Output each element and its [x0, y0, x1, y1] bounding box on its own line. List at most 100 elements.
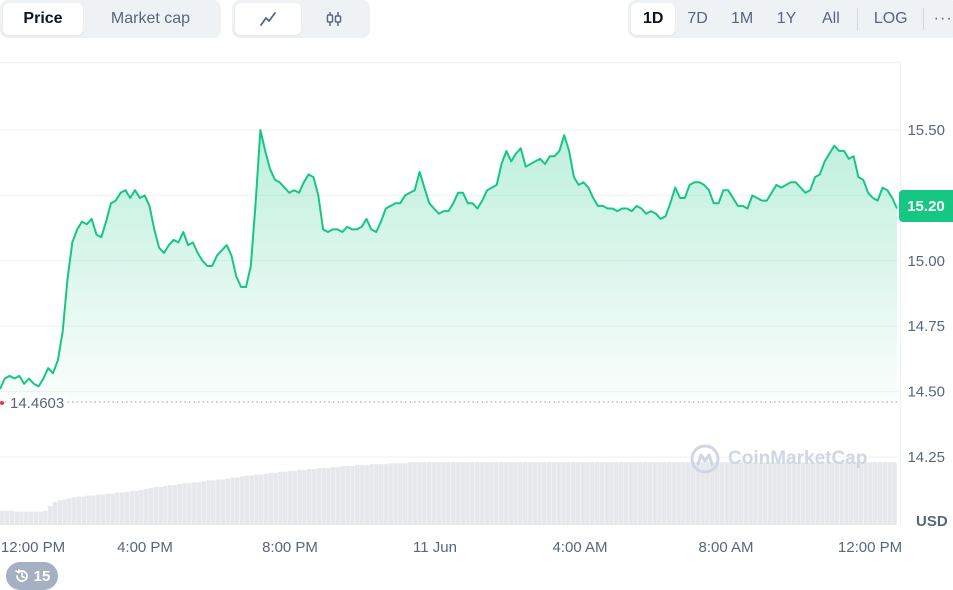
volume-bar — [62, 499, 67, 525]
volume-bar — [671, 462, 677, 525]
volume-bar — [383, 464, 389, 525]
open-price-marker — [0, 401, 4, 405]
volume-bar — [52, 502, 58, 525]
volume-bar — [119, 492, 125, 525]
volume-bar — [594, 462, 600, 525]
x-tick-label: 12:00 PM — [838, 539, 902, 556]
price-chart-widget: Price Market cap 1D 7D 1M 1Y All LOG ··· — [0, 0, 953, 590]
price-chart[interactable]: 15.50 15.00 14.75 14.50 14.25 12:00 PM 4:00 P… — [0, 0, 953, 590]
volume-bar — [676, 462, 681, 525]
volume-bar — [407, 462, 413, 525]
volume-bar — [566, 462, 571, 525]
volume-bar — [537, 462, 542, 525]
current-price-badge: 15.20 — [899, 190, 953, 222]
volume-bar — [263, 473, 269, 525]
volume-bar — [398, 463, 403, 525]
volume-bar — [628, 462, 633, 525]
x-tick-label: 4:00 AM — [552, 539, 607, 556]
volume-bar — [0, 510, 5, 525]
volume-bar — [374, 464, 379, 525]
volume-bar — [436, 462, 442, 525]
volume-bar — [158, 487, 163, 525]
volume-bar — [441, 462, 446, 525]
watermark-text: CoinMarketCap — [728, 448, 868, 469]
volume-bar — [91, 495, 96, 525]
volume-bar — [330, 467, 336, 525]
volume-bar — [518, 462, 523, 525]
volume-bar — [81, 496, 87, 525]
volume-bar — [455, 462, 461, 525]
volume-bar — [623, 462, 629, 525]
volume-bar — [292, 470, 298, 525]
volume-bar — [230, 477, 235, 525]
volume-bar — [57, 500, 63, 525]
volume-bar — [887, 462, 892, 525]
volume-bar — [38, 511, 43, 525]
volume-bar — [287, 470, 293, 525]
volume-bar — [316, 468, 322, 525]
volume-bar — [9, 510, 15, 525]
volume-bar — [306, 468, 312, 525]
volume-bar — [143, 488, 149, 525]
volume-bar — [4, 510, 10, 525]
x-tick-label: 12:00 PM — [1, 539, 65, 556]
volume-bar — [364, 465, 370, 525]
volume-bar — [259, 474, 264, 525]
y-tick-label: 14.25 — [907, 449, 945, 466]
volume-bar — [187, 483, 192, 525]
volume-bar — [470, 462, 475, 525]
y-tick-label: 14.50 — [907, 384, 945, 401]
volume-bar — [321, 468, 326, 525]
volume-bar — [311, 468, 317, 525]
volume-bar — [211, 480, 216, 525]
volume-bar — [513, 462, 518, 525]
volume-bar — [167, 485, 173, 525]
volume-bar — [225, 478, 230, 525]
volume-bar — [86, 495, 91, 525]
volume-bar — [642, 462, 648, 525]
volume-bar — [326, 468, 331, 525]
volume-bar — [446, 462, 451, 525]
volume-bar — [43, 510, 48, 525]
volume-bar — [508, 462, 513, 525]
volume-bar — [527, 462, 533, 525]
volume-bar — [647, 462, 653, 525]
volume-bar — [393, 463, 398, 525]
volume-bar — [254, 474, 259, 525]
volume-bar — [191, 482, 197, 525]
volume-bar — [235, 477, 240, 525]
volume-bar — [206, 480, 211, 525]
volume-bar — [47, 506, 53, 525]
volume-bar — [609, 462, 614, 525]
x-axis: 12:00 PM 4:00 PM 8:00 PM 11 Jun 4:00 AM 8:00 … — [1, 539, 902, 556]
volume-bar — [882, 462, 888, 525]
volume-bar — [182, 483, 187, 525]
volume-bar — [297, 469, 302, 525]
history-badge[interactable]: 15 — [6, 562, 58, 590]
volume-bar — [417, 462, 422, 525]
volume-bar — [613, 462, 619, 525]
volume-bar — [163, 486, 168, 525]
volume-bar — [244, 475, 250, 525]
volume-bar — [657, 462, 662, 525]
x-tick-label: 11 Jun — [413, 539, 457, 556]
y-tick-label: 14.75 — [907, 318, 945, 335]
volume-bar — [503, 462, 509, 525]
volume-bar — [369, 464, 374, 525]
volume-bar — [278, 471, 283, 525]
price-area-fill — [0, 130, 897, 402]
volume-bar — [273, 472, 278, 525]
volume-bar — [633, 462, 638, 525]
volume-bar — [345, 466, 350, 525]
volume-bar — [134, 490, 139, 525]
volume-bar — [177, 484, 182, 525]
volume-bar — [196, 482, 202, 525]
volume-bar — [105, 493, 111, 525]
volume-bar — [498, 462, 504, 525]
volume-bar — [19, 511, 24, 525]
volume-bar — [249, 475, 254, 525]
volume-bar — [652, 462, 657, 525]
volume-bar — [283, 471, 288, 525]
volume-bar — [590, 462, 595, 525]
volume-bar — [350, 466, 355, 525]
